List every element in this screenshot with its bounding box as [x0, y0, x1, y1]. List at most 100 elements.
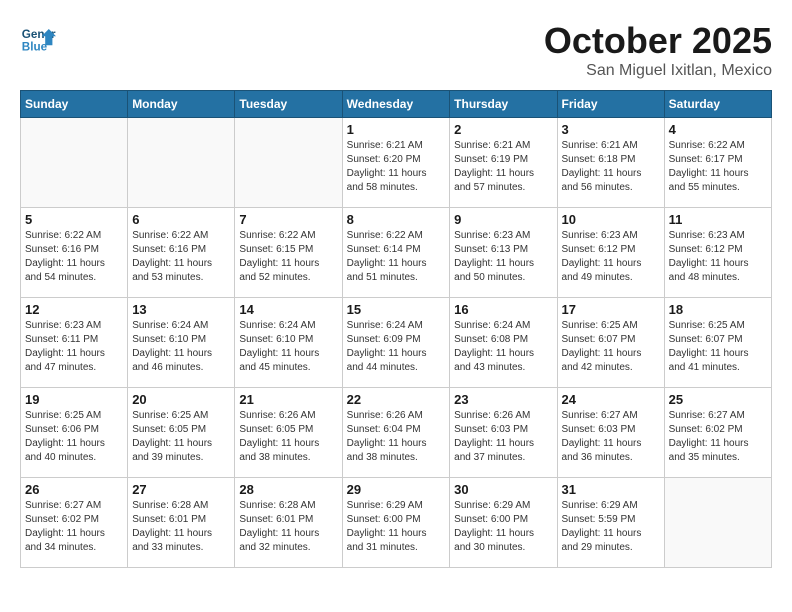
- calendar-cell: 25 Sunrise: 6:27 AM Sunset: 6:02 PM Dayli…: [664, 388, 771, 478]
- weekday-header-sunday: Sunday: [21, 91, 128, 118]
- calendar-cell: 11 Sunrise: 6:23 AM Sunset: 6:12 PM Dayli…: [664, 208, 771, 298]
- day-number: 11: [669, 212, 767, 227]
- day-number: 5: [25, 212, 123, 227]
- week-row-5: 26 Sunrise: 6:27 AM Sunset: 6:02 PM Dayli…: [21, 478, 772, 568]
- logo: General Blue: [20, 20, 56, 56]
- day-info: Sunrise: 6:25 AM Sunset: 6:05 PM Dayligh…: [132, 409, 230, 465]
- day-number: 13: [132, 302, 230, 317]
- calendar-cell: [21, 118, 128, 208]
- calendar-cell: 10 Sunrise: 6:23 AM Sunset: 6:12 PM Dayli…: [557, 208, 664, 298]
- day-number: 10: [562, 212, 660, 227]
- calendar-cell: 13 Sunrise: 6:24 AM Sunset: 6:10 PM Dayli…: [128, 298, 235, 388]
- calendar-cell: 4 Sunrise: 6:22 AM Sunset: 6:17 PM Daylig…: [664, 118, 771, 208]
- calendar-cell: 18Sunrise: 6:25 AM Sunset: 6:07 PM Dayli…: [664, 298, 771, 388]
- day-info: Sunrise: 6:24 AM Sunset: 6:09 PM Dayligh…: [347, 319, 446, 375]
- day-info: Sunrise: 6:23 AM Sunset: 6:13 PM Dayligh…: [454, 229, 552, 285]
- weekday-header-thursday: Thursday: [450, 91, 557, 118]
- day-number: 3: [562, 122, 660, 137]
- calendar-cell: 8 Sunrise: 6:22 AM Sunset: 6:14 PM Daylig…: [342, 208, 450, 298]
- calendar-cell: 12Sunrise: 6:23 AM Sunset: 6:11 PM Dayli…: [21, 298, 128, 388]
- day-info: Sunrise: 6:27 AM Sunset: 6:02 PM Dayligh…: [669, 409, 767, 465]
- day-info: Sunrise: 6:24 AM Sunset: 6:10 PM Dayligh…: [132, 319, 230, 375]
- day-number: 8: [347, 212, 446, 227]
- calendar-cell: 30Sunrise: 6:29 AM Sunset: 6:00 PM Dayli…: [450, 478, 557, 568]
- weekday-header-row: SundayMondayTuesdayWednesdayThursdayFrid…: [21, 91, 772, 118]
- day-number: 9: [454, 212, 552, 227]
- week-row-1: 1 Sunrise: 6:21 AM Sunset: 6:20 PM Daylig…: [21, 118, 772, 208]
- calendar-cell: 22 Sunrise: 6:26 AM Sunset: 6:04 PM Dayli…: [342, 388, 450, 478]
- title-area: October 2025 San Miguel Ixitlan, Mexico: [544, 20, 772, 80]
- day-info: Sunrise: 6:22 AM Sunset: 6:16 PM Dayligh…: [132, 229, 230, 285]
- calendar-cell: [128, 118, 235, 208]
- calendar-cell: 3 Sunrise: 6:21 AM Sunset: 6:18 PM Daylig…: [557, 118, 664, 208]
- day-number: 16: [454, 302, 552, 317]
- day-info: Sunrise: 6:24 AM Sunset: 6:08 PM Dayligh…: [454, 319, 552, 375]
- day-info: Sunrise: 6:21 AM Sunset: 6:20 PM Dayligh…: [347, 139, 446, 195]
- day-number: 22: [347, 392, 446, 407]
- day-number: 23: [454, 392, 552, 407]
- weekday-header-saturday: Saturday: [664, 91, 771, 118]
- day-info: Sunrise: 6:29 AM Sunset: 6:00 PM Dayligh…: [454, 499, 552, 555]
- day-info: Sunrise: 6:29 AM Sunset: 5:59 PM Dayligh…: [562, 499, 660, 555]
- week-row-4: 19 Sunrise: 6:25 AM Sunset: 6:06 PM Dayli…: [21, 388, 772, 478]
- calendar-cell: 21 Sunrise: 6:26 AM Sunset: 6:05 PM Dayli…: [235, 388, 342, 478]
- logo-icon: General Blue: [20, 20, 56, 56]
- day-number: 2: [454, 122, 552, 137]
- calendar-cell: 29 Sunrise: 6:29 AM Sunset: 6:00 PM Dayli…: [342, 478, 450, 568]
- location-title: San Miguel Ixitlan, Mexico: [544, 62, 772, 80]
- day-info: Sunrise: 6:27 AM Sunset: 6:03 PM Dayligh…: [562, 409, 660, 465]
- calendar-cell: 20 Sunrise: 6:25 AM Sunset: 6:05 PM Dayli…: [128, 388, 235, 478]
- calendar-cell: 27Sunrise: 6:28 AM Sunset: 6:01 PM Dayli…: [128, 478, 235, 568]
- calendar-cell: [664, 478, 771, 568]
- day-info: Sunrise: 6:21 AM Sunset: 6:18 PM Dayligh…: [562, 139, 660, 195]
- day-info: Sunrise: 6:22 AM Sunset: 6:17 PM Dayligh…: [669, 139, 767, 195]
- calendar: SundayMondayTuesdayWednesdayThursdayFrid…: [20, 90, 772, 568]
- day-info: Sunrise: 6:29 AM Sunset: 6:00 PM Dayligh…: [347, 499, 446, 555]
- calendar-cell: 24 Sunrise: 6:27 AM Sunset: 6:03 PM Dayli…: [557, 388, 664, 478]
- calendar-cell: 1 Sunrise: 6:21 AM Sunset: 6:20 PM Daylig…: [342, 118, 450, 208]
- day-info: Sunrise: 6:26 AM Sunset: 6:03 PM Dayligh…: [454, 409, 552, 465]
- header: General Blue October 2025 San Miguel Ixi…: [20, 20, 772, 80]
- calendar-cell: 23 Sunrise: 6:26 AM Sunset: 6:03 PM Dayli…: [450, 388, 557, 478]
- day-info: Sunrise: 6:26 AM Sunset: 6:04 PM Dayligh…: [347, 409, 446, 465]
- day-info: Sunrise: 6:23 AM Sunset: 6:11 PM Dayligh…: [25, 319, 123, 375]
- day-number: 4: [669, 122, 767, 137]
- weekday-header-tuesday: Tuesday: [235, 91, 342, 118]
- day-number: 25: [669, 392, 767, 407]
- day-info: Sunrise: 6:22 AM Sunset: 6:14 PM Dayligh…: [347, 229, 446, 285]
- day-info: Sunrise: 6:25 AM Sunset: 6:07 PM Dayligh…: [562, 319, 660, 375]
- day-info: Sunrise: 6:22 AM Sunset: 6:16 PM Dayligh…: [25, 229, 123, 285]
- day-number: 21: [239, 392, 337, 407]
- calendar-cell: 7Sunrise: 6:22 AM Sunset: 6:15 PM Daylig…: [235, 208, 342, 298]
- day-info: Sunrise: 6:28 AM Sunset: 6:01 PM Dayligh…: [132, 499, 230, 555]
- day-number: 1: [347, 122, 446, 137]
- day-info: Sunrise: 6:25 AM Sunset: 6:06 PM Dayligh…: [25, 409, 123, 465]
- weekday-header-monday: Monday: [128, 91, 235, 118]
- day-info: Sunrise: 6:28 AM Sunset: 6:01 PM Dayligh…: [239, 499, 337, 555]
- calendar-cell: 31 Sunrise: 6:29 AM Sunset: 5:59 PM Dayli…: [557, 478, 664, 568]
- calendar-cell: 26 Sunrise: 6:27 AM Sunset: 6:02 PM Dayli…: [21, 478, 128, 568]
- svg-text:Blue: Blue: [22, 41, 48, 54]
- day-number: 31: [562, 482, 660, 497]
- day-number: 20: [132, 392, 230, 407]
- calendar-cell: 17 Sunrise: 6:25 AM Sunset: 6:07 PM Dayli…: [557, 298, 664, 388]
- day-info: Sunrise: 6:26 AM Sunset: 6:05 PM Dayligh…: [239, 409, 337, 465]
- month-title: October 2025: [544, 20, 772, 62]
- day-number: 28: [239, 482, 337, 497]
- day-number: 24: [562, 392, 660, 407]
- day-number: 19: [25, 392, 123, 407]
- calendar-cell: 16 Sunrise: 6:24 AM Sunset: 6:08 PM Dayli…: [450, 298, 557, 388]
- day-number: 17: [562, 302, 660, 317]
- weekday-header-friday: Friday: [557, 91, 664, 118]
- day-info: Sunrise: 6:23 AM Sunset: 6:12 PM Dayligh…: [562, 229, 660, 285]
- calendar-cell: 28 Sunrise: 6:28 AM Sunset: 6:01 PM Dayli…: [235, 478, 342, 568]
- calendar-cell: 19 Sunrise: 6:25 AM Sunset: 6:06 PM Dayli…: [21, 388, 128, 478]
- day-number: 29: [347, 482, 446, 497]
- day-info: Sunrise: 6:23 AM Sunset: 6:12 PM Dayligh…: [669, 229, 767, 285]
- calendar-cell: 14Sunrise: 6:24 AM Sunset: 6:10 PM Dayli…: [235, 298, 342, 388]
- day-number: 15: [347, 302, 446, 317]
- day-info: Sunrise: 6:27 AM Sunset: 6:02 PM Dayligh…: [25, 499, 123, 555]
- weekday-header-wednesday: Wednesday: [342, 91, 450, 118]
- day-number: 7: [239, 212, 337, 227]
- day-number: 26: [25, 482, 123, 497]
